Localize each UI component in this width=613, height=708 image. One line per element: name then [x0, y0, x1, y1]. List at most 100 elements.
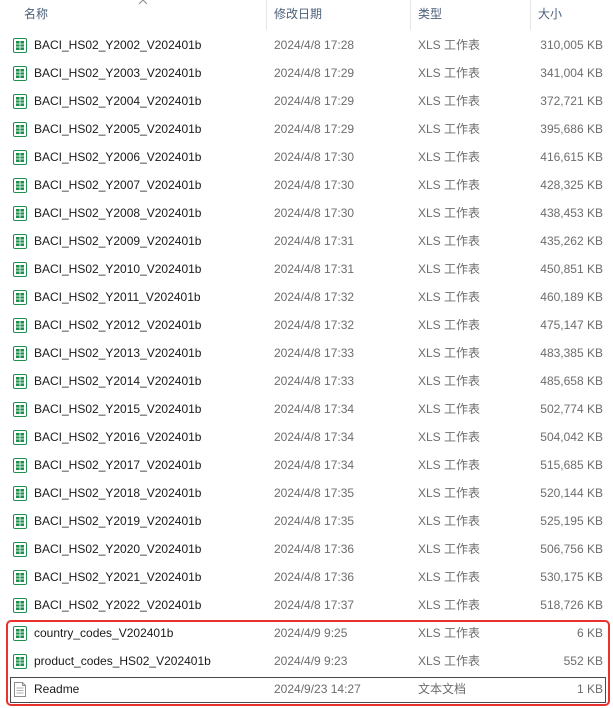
file-type: XLS 工作表 — [418, 66, 481, 80]
file-modified-date: 2024/4/8 17:35 — [274, 486, 355, 500]
file-row[interactable]: BACI_HS02_Y2008_V202401b 2024/4/8 17:30 XL… — [0, 199, 613, 227]
file-row[interactable]: BACI_HS02_Y2003_V202401b 2024/4/8 17:29 XL… — [0, 59, 613, 87]
file-size: 502,774 KB — [540, 402, 603, 416]
file-name: BACI_HS02_Y2019_V202401b — [34, 514, 202, 528]
file-modified-date: 2024/4/8 17:34 — [274, 402, 355, 416]
file-size: 483,385 KB — [540, 346, 603, 360]
file-name: BACI_HS02_Y2014_V202401b — [34, 374, 202, 388]
excel-file-icon — [13, 122, 27, 137]
excel-file-icon — [13, 150, 27, 165]
file-row[interactable]: BACI_HS02_Y2006_V202401b 2024/4/8 17:30 XL… — [0, 143, 613, 171]
file-row[interactable]: BACI_HS02_Y2002_V202401b 2024/4/8 17:28 XL… — [0, 31, 613, 59]
file-size: 515,685 KB — [540, 458, 603, 472]
excel-file-icon — [13, 570, 27, 585]
excel-file-icon — [13, 178, 27, 193]
excel-file-icon — [13, 486, 27, 501]
file-list: BACI_HS02_Y2002_V202401b 2024/4/8 17:28 XL… — [0, 31, 613, 703]
file-name: BACI_HS02_Y2017_V202401b — [34, 458, 202, 472]
file-name: BACI_HS02_Y2004_V202401b — [34, 94, 202, 108]
text-file-icon — [13, 682, 27, 697]
file-name: BACI_HS02_Y2011_V202401b — [34, 290, 201, 304]
file-type: XLS 工作表 — [418, 38, 481, 52]
file-row[interactable]: BACI_HS02_Y2011_V202401b 2024/4/8 17:32 XL… — [0, 283, 613, 311]
file-row[interactable]: BACI_HS02_Y2017_V202401b 2024/4/8 17:34 XL… — [0, 451, 613, 479]
file-row[interactable]: BACI_HS02_Y2010_V202401b 2024/4/8 17:31 XL… — [0, 255, 613, 283]
file-name: BACI_HS02_Y2016_V202401b — [34, 430, 202, 444]
file-row[interactable]: product_codes_HS02_V202401b 2024/4/9 9:23… — [0, 647, 613, 675]
file-name: BACI_HS02_Y2013_V202401b — [34, 346, 202, 360]
file-type: XLS 工作表 — [418, 598, 481, 612]
file-name: BACI_HS02_Y2012_V202401b — [34, 318, 202, 332]
file-modified-date: 2024/4/8 17:32 — [274, 318, 355, 332]
file-row[interactable]: country_codes_V202401b 2024/4/9 9:25 XLS 工… — [0, 619, 613, 647]
excel-file-icon — [13, 318, 27, 333]
file-type: XLS 工作表 — [418, 430, 481, 444]
file-modified-date: 2024/9/23 14:27 — [274, 682, 361, 696]
excel-file-icon — [13, 654, 27, 669]
excel-file-icon — [13, 458, 27, 473]
file-type: XLS 工作表 — [418, 486, 481, 500]
file-name: Readme — [34, 682, 80, 696]
file-size: 341,004 KB — [540, 66, 603, 80]
file-name: BACI_HS02_Y2009_V202401b — [34, 234, 202, 248]
file-type: XLS 工作表 — [418, 234, 481, 248]
file-type: XLS 工作表 — [418, 346, 481, 360]
file-modified-date: 2024/4/8 17:30 — [274, 178, 355, 192]
file-type: XLS 工作表 — [418, 458, 481, 472]
column-header-date[interactable]: 修改日期 — [266, 0, 410, 30]
file-name: BACI_HS02_Y2002_V202401b — [34, 38, 202, 52]
file-type: XLS 工作表 — [418, 290, 481, 304]
file-name: BACI_HS02_Y2018_V202401b — [34, 486, 202, 500]
column-header-size[interactable]: 大小 — [530, 0, 613, 30]
file-row[interactable]: BACI_HS02_Y2005_V202401b 2024/4/8 17:29 XL… — [0, 115, 613, 143]
excel-file-icon — [13, 346, 27, 361]
file-modified-date: 2024/4/8 17:36 — [274, 542, 355, 556]
file-type: XLS 工作表 — [418, 206, 481, 220]
file-modified-date: 2024/4/8 17:32 — [274, 290, 355, 304]
excel-file-icon — [13, 598, 27, 613]
file-row[interactable]: BACI_HS02_Y2012_V202401b 2024/4/8 17:32 XL… — [0, 311, 613, 339]
file-row[interactable]: BACI_HS02_Y2018_V202401b 2024/4/8 17:35 XL… — [0, 479, 613, 507]
file-modified-date: 2024/4/9 9:25 — [274, 626, 348, 640]
file-name: product_codes_HS02_V202401b — [34, 654, 211, 668]
file-type: XLS 工作表 — [418, 122, 481, 136]
file-row[interactable]: BACI_HS02_Y2015_V202401b 2024/4/8 17:34 XL… — [0, 395, 613, 423]
column-header-type[interactable]: 类型 — [410, 0, 530, 30]
file-size: 504,042 KB — [540, 430, 603, 444]
file-row[interactable]: BACI_HS02_Y2007_V202401b 2024/4/8 17:30 XL… — [0, 171, 613, 199]
file-size: 475,147 KB — [540, 318, 603, 332]
file-modified-date: 2024/4/8 17:31 — [274, 234, 355, 248]
file-row[interactable]: BACI_HS02_Y2019_V202401b 2024/4/8 17:35 XL… — [0, 507, 613, 535]
file-row[interactable]: BACI_HS02_Y2020_V202401b 2024/4/8 17:36 XL… — [0, 535, 613, 563]
file-row[interactable]: BACI_HS02_Y2014_V202401b 2024/4/8 17:33 XL… — [0, 367, 613, 395]
excel-file-icon — [13, 38, 27, 53]
file-type: XLS 工作表 — [418, 150, 481, 164]
excel-file-icon — [13, 290, 27, 305]
file-type: 文本文档 — [418, 682, 467, 696]
excel-file-icon — [13, 402, 27, 417]
file-name: country_codes_V202401b — [34, 626, 174, 640]
file-row[interactable]: BACI_HS02_Y2022_V202401b 2024/4/8 17:37 XL… — [0, 591, 613, 619]
file-row[interactable]: BACI_HS02_Y2013_V202401b 2024/4/8 17:33 XL… — [0, 339, 613, 367]
excel-file-icon — [13, 234, 27, 249]
file-type: XLS 工作表 — [418, 514, 481, 528]
file-row[interactable]: BACI_HS02_Y2004_V202401b 2024/4/8 17:29 XL… — [0, 87, 613, 115]
excel-file-icon — [13, 542, 27, 557]
file-size: 552 KB — [563, 654, 603, 668]
file-modified-date: 2024/4/8 17:37 — [274, 598, 355, 612]
excel-file-icon — [13, 94, 27, 109]
file-row[interactable]: BACI_HS02_Y2016_V202401b 2024/4/8 17:34 XL… — [0, 423, 613, 451]
excel-file-icon — [13, 262, 27, 277]
file-row[interactable]: Readme 2024/9/23 14:27 文本文档 1 KB — [0, 675, 613, 703]
file-row[interactable]: BACI_HS02_Y2009_V202401b 2024/4/8 17:31 XL… — [0, 227, 613, 255]
file-row[interactable]: BACI_HS02_Y2021_V202401b 2024/4/8 17:36 XL… — [0, 563, 613, 591]
file-size: 438,453 KB — [540, 206, 603, 220]
file-modified-date: 2024/4/8 17:29 — [274, 66, 355, 80]
file-modified-date: 2024/4/8 17:34 — [274, 430, 355, 444]
file-size: 1 KB — [576, 682, 603, 696]
column-header-name[interactable]: 名称 — [16, 0, 266, 30]
file-name: BACI_HS02_Y2006_V202401b — [34, 150, 202, 164]
file-name: BACI_HS02_Y2015_V202401b — [34, 402, 202, 416]
file-modified-date: 2024/4/8 17:29 — [274, 122, 355, 136]
file-name: BACI_HS02_Y2021_V202401b — [34, 570, 202, 584]
